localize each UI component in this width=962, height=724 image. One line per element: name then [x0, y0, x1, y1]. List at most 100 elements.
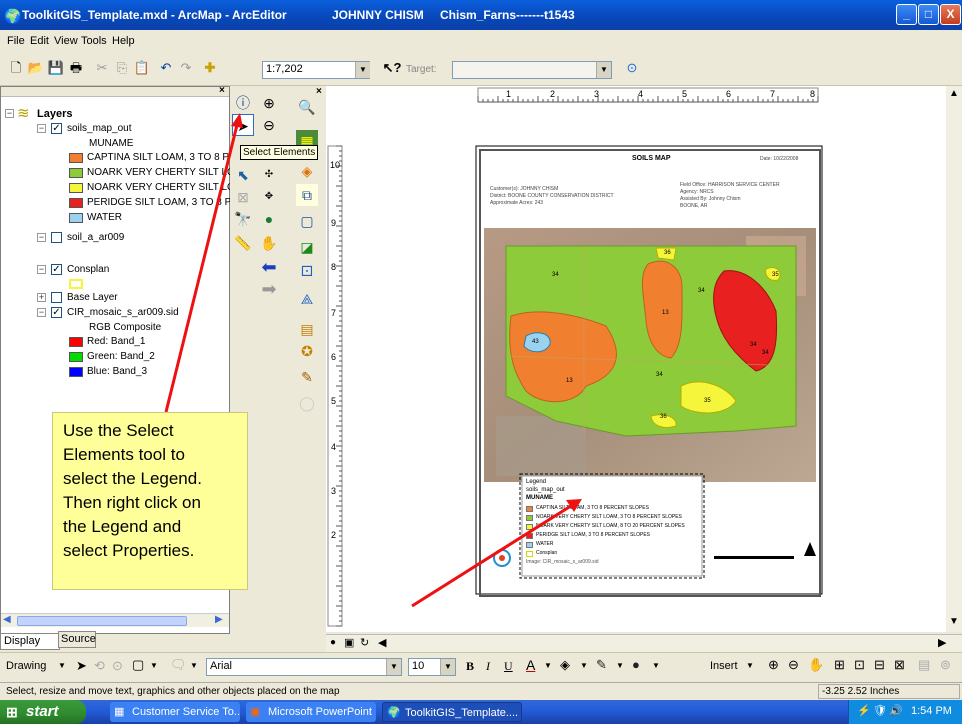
new-document-icon[interactable]: 🗋 — [6, 58, 26, 78]
tab-source[interactable]: Source — [58, 631, 96, 648]
star-icon[interactable]: ✪ — [296, 340, 318, 362]
fill-color-icon[interactable]: ◈ — [560, 657, 570, 673]
insert-menu[interactable]: Insert — [710, 660, 738, 672]
fixed-zoom-in-layout-icon[interactable]: ⊡ — [854, 657, 865, 673]
layout-view-icon[interactable]: ▣ — [344, 636, 354, 649]
copy-icon[interactable]: ⎘ — [112, 58, 132, 78]
toggle-draft-icon[interactable]: ▤ — [918, 657, 930, 673]
map-info-left[interactable]: Customer(s): JOHNNY CHISM District: BOON… — [490, 186, 614, 207]
menu-tools[interactable]: Tools — [81, 35, 107, 47]
callout-text-icon[interactable]: 🗨 — [170, 657, 187, 673]
target-dropdown-arrow[interactable]: ▼ — [596, 62, 611, 78]
checkbox-base-layer[interactable] — [51, 292, 62, 303]
toc-close-icon[interactable]: × — [219, 85, 225, 96]
tray-volume-icon[interactable]: 🔊 — [889, 704, 903, 717]
layout-zoom-in-icon[interactable]: 🔍 — [296, 96, 318, 118]
font-dropdown-arrow[interactable]: ▼ — [386, 659, 401, 675]
map-date[interactable]: Date: 10/22/2008 — [760, 156, 798, 162]
layer-icon[interactable]: ◈ — [296, 160, 318, 182]
clear-selection-icon[interactable]: ⊠ — [232, 186, 254, 208]
toc-grip[interactable]: × — [1, 85, 229, 97]
layout-zoom-in-icon[interactable]: ⊕ — [768, 657, 779, 673]
italic-button[interactable]: I — [486, 659, 490, 674]
checkbox-consplan[interactable]: ✓ — [51, 264, 62, 275]
rectangle-icon[interactable]: ▢ — [132, 657, 144, 673]
zoom-selected-icon[interactable]: ⊙ — [112, 658, 123, 674]
pencil-icon[interactable]: ✎ — [296, 366, 318, 388]
underline-button[interactable]: U — [504, 659, 513, 674]
title-bar[interactable]: 🌍 ToolkitGIS_Template.mxd - ArcMap - Arc… — [0, 0, 962, 30]
paste-icon[interactable]: 📋 — [132, 58, 152, 78]
line-color-dropdown-icon[interactable]: ▼ — [616, 661, 624, 670]
undo-icon[interactable]: ↶ — [156, 58, 176, 78]
cut-icon[interactable]: ✂ — [92, 58, 112, 78]
menu-file[interactable]: File — [7, 35, 25, 47]
fixed-zoom-in-icon[interactable]: ✣ — [258, 164, 280, 186]
size-dropdown-arrow[interactable]: ▼ — [440, 659, 455, 675]
font-name-select[interactable]: Arial — [206, 658, 402, 676]
expand-icon[interactable]: − — [5, 109, 14, 118]
marker-color-icon[interactable]: ● — [632, 657, 640, 672]
zoom-100-icon[interactable]: ⊠ — [894, 657, 905, 673]
page-icon[interactable]: ⧉ — [296, 184, 318, 206]
graph-icon[interactable]: ⚀ — [296, 260, 318, 282]
close-button[interactable]: X — [940, 4, 961, 25]
task-powerpoint[interactable]: ▣ Microsoft PowerPoint ... — [246, 702, 376, 722]
expand-icon[interactable]: + — [37, 293, 46, 302]
scroll-down-icon[interactable]: ▼ — [949, 616, 959, 627]
map-legend[interactable]: Legend soils_map_out MUNAME — [526, 478, 702, 502]
text-dropdown-icon[interactable]: ▼ — [190, 661, 198, 670]
refresh-icon[interactable]: ↻ — [360, 636, 369, 649]
layout-pan-icon[interactable]: ✋ — [808, 657, 824, 673]
back-extent-icon[interactable]: ⬅ — [258, 256, 280, 278]
line-color-icon[interactable]: ✎ — [596, 657, 607, 673]
checkbox-soil-a[interactable] — [51, 232, 62, 243]
layer-consplan[interactable]: Consplan — [67, 264, 109, 275]
font-color-dropdown-icon[interactable]: ▼ — [544, 661, 552, 670]
layout-view[interactable]: 1 2 3 4 5 6 7 8 10 9 8 7 6 5 4 3 2 SOILS… — [326, 86, 948, 632]
toc-hscrollbar[interactable]: ◀ ▶ — [1, 613, 229, 627]
expand-icon[interactable]: − — [37, 308, 46, 317]
legend-swatch[interactable] — [69, 213, 83, 223]
band-swatch[interactable] — [69, 367, 83, 377]
add-data-icon[interactable]: ✚ — [200, 58, 220, 78]
layer-base-layer[interactable]: Base Layer — [67, 292, 118, 303]
legend-swatch[interactable] — [69, 153, 83, 163]
full-extent-icon[interactable]: ● — [258, 208, 280, 230]
data-frame-icon[interactable]: ◪ — [296, 236, 318, 258]
band-swatch[interactable] — [69, 337, 83, 347]
scroll-up-icon[interactable]: ▲ — [949, 88, 959, 99]
map-scale-input[interactable]: 1:7,202 — [262, 61, 370, 79]
scroll-left-icon[interactable]: ◀ — [3, 614, 11, 625]
scroll-right-icon[interactable]: ▶ — [938, 636, 946, 649]
expand-icon[interactable]: − — [37, 124, 46, 133]
checkbox-soils-map-out[interactable]: ✓ — [51, 123, 62, 134]
editor-icon[interactable]: ⊙ — [622, 58, 642, 78]
tab-display[interactable]: Display — [0, 633, 60, 650]
table-icon[interactable]: ▤ — [296, 318, 318, 340]
tray-security-icon[interactable]: 🛡 — [873, 704, 887, 717]
layer-cir-mosaic[interactable]: CIR_mosaic_s_ar009.sid — [67, 307, 179, 318]
focus-data-frame-icon[interactable]: ⊚ — [940, 657, 951, 673]
scroll-right-icon[interactable]: ▶ — [215, 614, 223, 625]
layer-soil-a[interactable]: soil_a_ar009 — [67, 232, 124, 243]
band-swatch[interactable] — [69, 352, 83, 362]
drawing-dropdown-icon[interactable]: ▼ — [58, 661, 66, 670]
print-icon[interactable]: 🖶 — [66, 58, 86, 78]
bold-button[interactable]: B — [466, 659, 474, 674]
redo-icon[interactable]: ↷ — [176, 58, 196, 78]
data-view-icon[interactable]: ● — [330, 637, 336, 648]
select-features-icon[interactable]: ⬉ — [232, 164, 254, 186]
zoom-in-icon[interactable]: ⊕ — [258, 92, 280, 114]
task-customer-service[interactable]: ▦ Customer Service To... — [110, 702, 240, 722]
map-info-right[interactable]: Field Office: HARRISON SERVICE CENTER Ag… — [680, 182, 780, 210]
save-icon[interactable]: 💾 — [46, 58, 66, 78]
target-select[interactable] — [452, 61, 612, 79]
marker-dropdown-icon[interactable]: ▼ — [652, 661, 660, 670]
tray-network-icon[interactable]: ⚡ — [857, 704, 871, 717]
rotate-icon[interactable]: ⟲ — [94, 658, 105, 674]
legend-swatch[interactable] — [69, 183, 83, 193]
select-elements-icon[interactable]: ➤ — [232, 114, 254, 136]
fixed-zoom-out-layout-icon[interactable]: ⊟ — [874, 657, 885, 673]
legend-swatch[interactable] — [69, 198, 83, 208]
